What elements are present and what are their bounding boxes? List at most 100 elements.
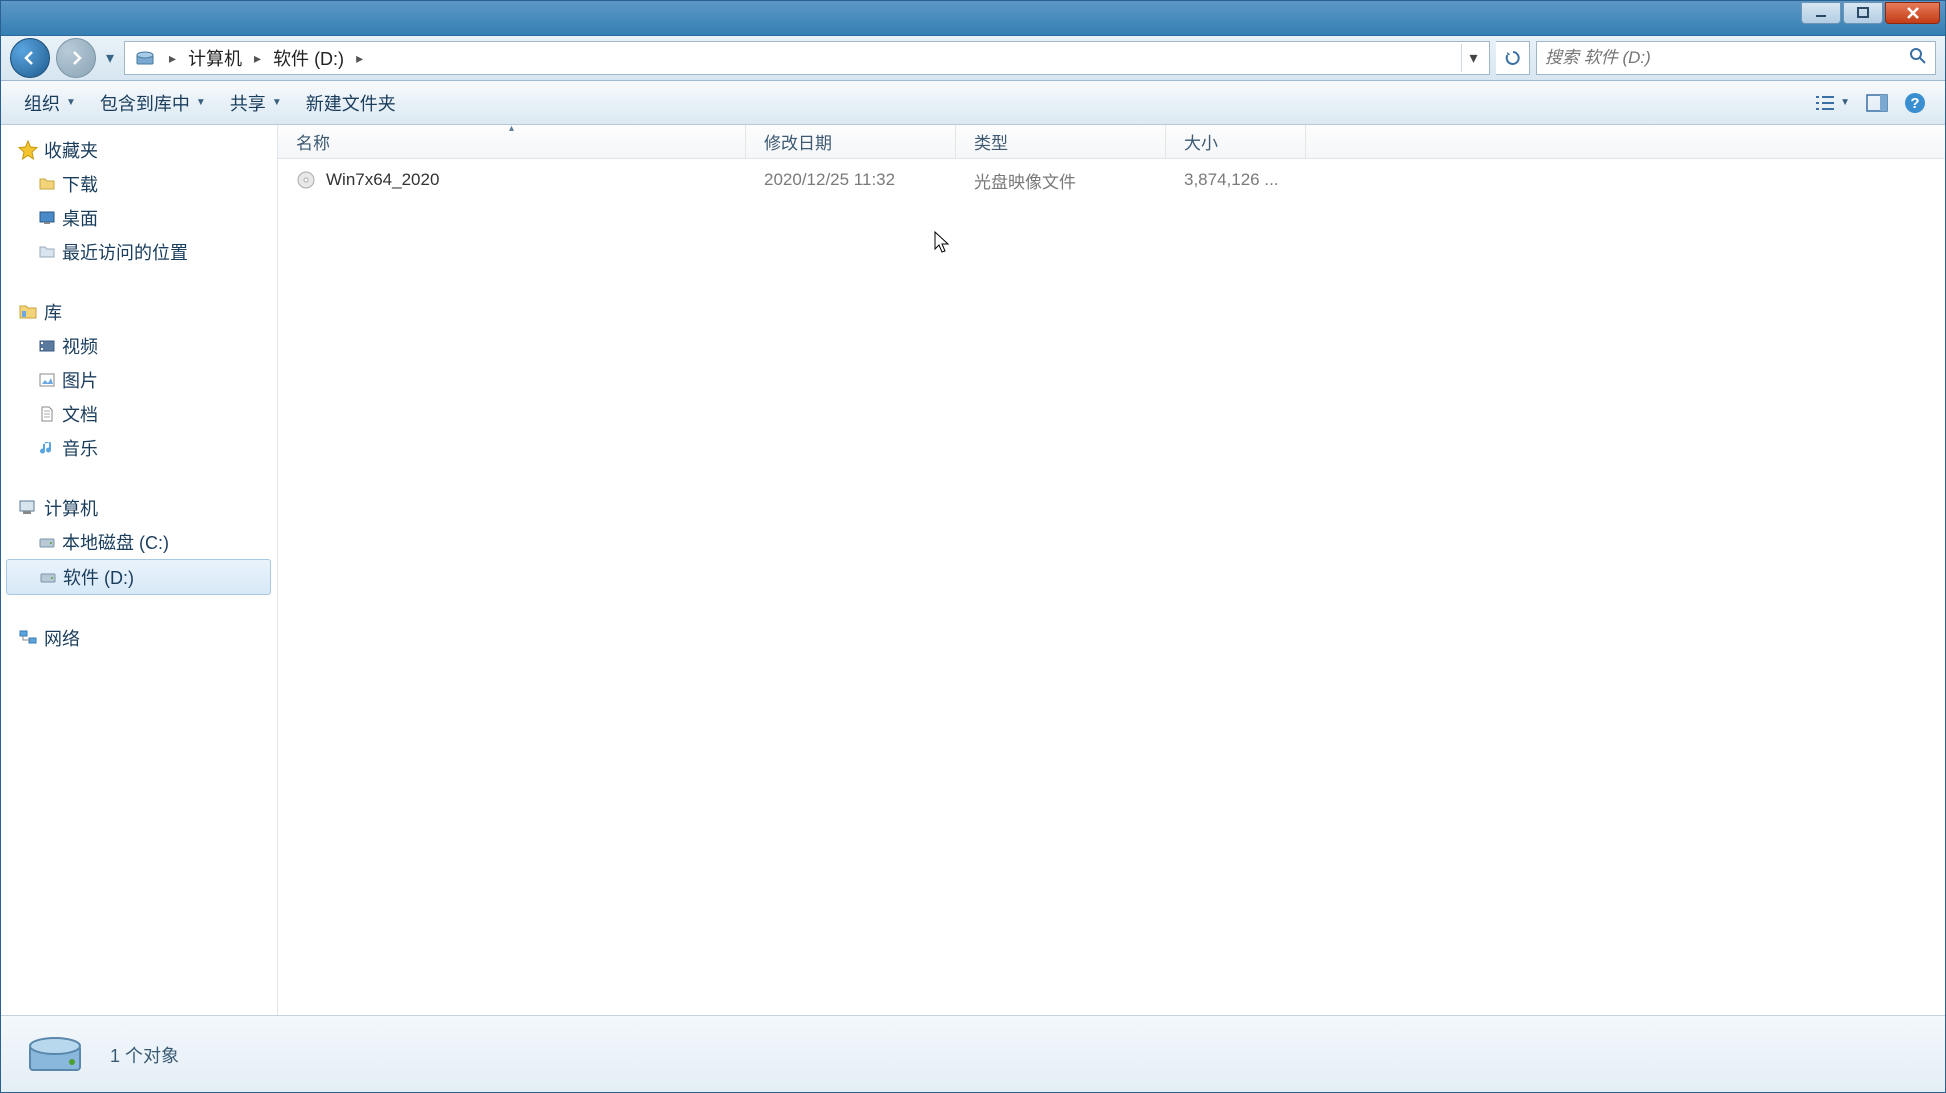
file-row[interactable]: Win7x64_2020 2020/12/25 11:32 光盘映像文件 3,8… bbox=[278, 165, 1946, 195]
sidebar-item-documents[interactable]: 文档 bbox=[0, 397, 277, 431]
breadcrumb-separator: ▸ bbox=[161, 50, 184, 67]
sidebar-item-music[interactable]: 音乐 bbox=[0, 431, 277, 465]
sidebar-item-downloads[interactable]: 下载 bbox=[0, 167, 277, 201]
breadcrumb-dropdown[interactable]: ▾ bbox=[1461, 44, 1485, 72]
back-button[interactable] bbox=[10, 38, 50, 78]
column-label: 类型 bbox=[974, 129, 1008, 154]
sidebar-item-label: 图片 bbox=[62, 367, 98, 393]
column-label: 名称 bbox=[296, 129, 330, 154]
network-group: 网络 bbox=[0, 621, 277, 655]
sidebar-item-label: 音乐 bbox=[62, 435, 98, 461]
picture-icon bbox=[38, 371, 56, 389]
document-icon bbox=[38, 405, 56, 423]
column-date[interactable]: 修改日期 bbox=[746, 125, 956, 158]
sidebar-item-drive-d[interactable]: 软件 (D:) bbox=[6, 559, 271, 595]
nav-history-dropdown[interactable]: ▾ bbox=[102, 48, 118, 68]
computer-header[interactable]: 计算机 bbox=[0, 491, 277, 525]
computer-label: 计算机 bbox=[44, 495, 98, 521]
chevron-down-icon: ▼ bbox=[272, 97, 282, 108]
sidebar-item-label: 文档 bbox=[62, 401, 98, 427]
network-label: 网络 bbox=[44, 625, 80, 651]
file-list-area: 名称 ▴ 修改日期 类型 大小 Win7x64_2020 2020/12/25 … bbox=[278, 125, 1946, 1015]
breadcrumb-separator: ▸ bbox=[246, 50, 269, 67]
folder-icon bbox=[38, 175, 56, 193]
forward-button[interactable] bbox=[56, 38, 96, 78]
column-label: 大小 bbox=[1184, 129, 1218, 154]
drive-icon bbox=[135, 48, 155, 68]
sidebar-item-label: 软件 (D:) bbox=[63, 564, 134, 590]
favorites-group: 收藏夹 下载 桌面 最近访问的位置 bbox=[0, 133, 277, 269]
address-bar: ▾ ▸ 计算机 ▸ 软件 (D:) ▸ ▾ bbox=[0, 36, 1946, 81]
search-icon[interactable] bbox=[1909, 47, 1927, 70]
refresh-button[interactable] bbox=[1496, 41, 1530, 75]
sidebar-item-label: 视频 bbox=[62, 333, 98, 359]
search-box[interactable] bbox=[1536, 41, 1936, 75]
organize-button[interactable]: 组织▼ bbox=[14, 86, 86, 120]
cursor-icon bbox=[934, 231, 952, 255]
disc-image-icon bbox=[296, 170, 316, 190]
libraries-header[interactable]: 库 bbox=[0, 295, 277, 329]
column-label: 修改日期 bbox=[764, 129, 832, 154]
status-text: 1 个对象 bbox=[110, 1042, 179, 1068]
column-type[interactable]: 类型 bbox=[956, 125, 1166, 158]
sidebar-item-recent[interactable]: 最近访问的位置 bbox=[0, 235, 277, 269]
sidebar-item-videos[interactable]: 视频 bbox=[0, 329, 277, 363]
file-date: 2020/12/25 11:32 bbox=[764, 170, 974, 190]
favorites-label: 收藏夹 bbox=[44, 137, 98, 163]
close-button[interactable] bbox=[1885, 2, 1940, 24]
sidebar-item-pictures[interactable]: 图片 bbox=[0, 363, 277, 397]
minimize-button[interactable] bbox=[1801, 2, 1841, 24]
libraries-group: 库 视频 图片 文档 音乐 bbox=[0, 295, 277, 465]
toolbar: 组织▼ 包含到库中 ▼ 共享 ▼ 新建文件夹 ▼ ? bbox=[0, 81, 1946, 125]
sidebar-item-desktop[interactable]: 桌面 bbox=[0, 201, 277, 235]
sort-indicator-icon: ▴ bbox=[509, 125, 514, 134]
libraries-label: 库 bbox=[44, 299, 62, 325]
column-name[interactable]: 名称 ▴ bbox=[278, 125, 746, 158]
chevron-down-icon: ▼ bbox=[1840, 97, 1850, 108]
view-button[interactable]: ▼ bbox=[1808, 91, 1856, 115]
window-controls bbox=[1801, 2, 1940, 24]
breadcrumb[interactable]: ▸ 计算机 ▸ 软件 (D:) ▸ ▾ bbox=[124, 41, 1490, 75]
preview-pane-button[interactable] bbox=[1860, 91, 1894, 115]
network-icon bbox=[18, 628, 38, 648]
sidebar-item-drive-c[interactable]: 本地磁盘 (C:) bbox=[0, 525, 277, 559]
search-input[interactable] bbox=[1545, 48, 1909, 68]
breadcrumb-computer[interactable]: 计算机 bbox=[184, 43, 246, 73]
newfolder-label: 新建文件夹 bbox=[306, 90, 396, 116]
include-label: 包含到库中 bbox=[100, 90, 190, 116]
share-button[interactable]: 共享 ▼ bbox=[220, 86, 292, 120]
sidebar-item-label: 本地磁盘 (C:) bbox=[62, 529, 169, 555]
new-folder-button[interactable]: 新建文件夹 bbox=[296, 86, 406, 120]
breadcrumb-separator: ▸ bbox=[348, 50, 371, 67]
sidebar-item-label: 下载 bbox=[62, 171, 98, 197]
file-list[interactable]: Win7x64_2020 2020/12/25 11:32 光盘映像文件 3,8… bbox=[278, 159, 1946, 1015]
svg-text:?: ? bbox=[1910, 95, 1919, 112]
content-area: 收藏夹 下载 桌面 最近访问的位置 库 视频 bbox=[0, 125, 1946, 1015]
library-icon bbox=[18, 302, 38, 322]
help-button[interactable]: ? bbox=[1898, 89, 1932, 117]
star-icon bbox=[18, 140, 38, 160]
favorites-header[interactable]: 收藏夹 bbox=[0, 133, 277, 167]
file-type: 光盘映像文件 bbox=[974, 168, 1184, 193]
sidebar-item-label: 最近访问的位置 bbox=[62, 239, 188, 265]
titlebar bbox=[0, 0, 1946, 36]
computer-icon bbox=[18, 498, 38, 518]
drive-icon bbox=[39, 568, 57, 586]
chevron-down-icon: ▼ bbox=[196, 97, 206, 108]
drive-large-icon bbox=[24, 1024, 86, 1086]
column-size[interactable]: 大小 bbox=[1166, 125, 1306, 158]
file-size: 3,874,126 ... bbox=[1184, 170, 1324, 190]
drive-icon bbox=[38, 533, 56, 551]
navigation-sidebar: 收藏夹 下载 桌面 最近访问的位置 库 视频 bbox=[0, 125, 278, 1015]
video-icon bbox=[38, 337, 56, 355]
maximize-button[interactable] bbox=[1843, 2, 1883, 24]
music-icon bbox=[38, 439, 56, 457]
breadcrumb-drive[interactable]: 软件 (D:) bbox=[269, 43, 348, 73]
network-header[interactable]: 网络 bbox=[0, 621, 277, 655]
share-label: 共享 bbox=[230, 90, 266, 116]
organize-label: 组织 bbox=[24, 90, 60, 116]
desktop-icon bbox=[38, 209, 56, 227]
recent-icon bbox=[38, 243, 56, 261]
include-button[interactable]: 包含到库中 ▼ bbox=[90, 86, 216, 120]
computer-group: 计算机 本地磁盘 (C:) 软件 (D:) bbox=[0, 491, 277, 595]
